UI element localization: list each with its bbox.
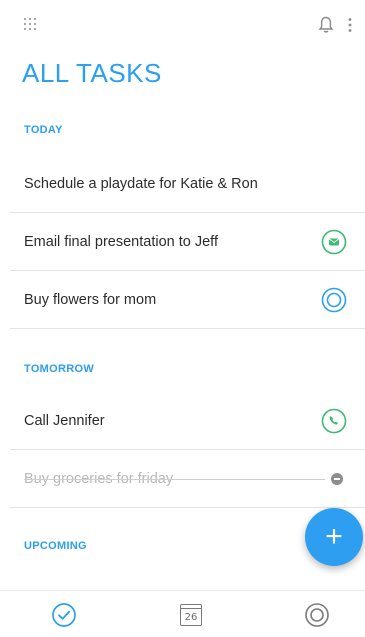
section-header-tomorrow: TOMORROW xyxy=(24,363,95,375)
divider xyxy=(10,328,365,329)
page-title: ALL TASKS xyxy=(22,58,162,88)
plus-icon: + xyxy=(325,520,343,553)
check-circle-icon xyxy=(52,603,76,627)
task-item[interactable]: Email final presentation to Jeff xyxy=(0,213,365,271)
calendar-icon: 26 xyxy=(180,604,202,626)
remove-icon[interactable] xyxy=(331,473,343,485)
task-item[interactable]: Call Jennifer xyxy=(0,392,365,450)
more-vertical-icon[interactable] xyxy=(347,17,353,33)
add-task-button[interactable]: + xyxy=(305,508,363,566)
task-item[interactable]: Schedule a playdate for Katie & Ron xyxy=(0,155,365,213)
task-label: Email final presentation to Jeff xyxy=(24,234,218,250)
top-app-bar xyxy=(0,14,365,38)
task-item[interactable]: Buy flowers for mom xyxy=(0,271,365,329)
tab-places[interactable] xyxy=(302,601,332,629)
bottom-nav: 26 xyxy=(0,590,365,637)
target-icon xyxy=(305,603,329,627)
task-label: Buy flowers for mom xyxy=(24,292,157,308)
task-label: Call Jennifer xyxy=(24,413,105,429)
tab-tasks[interactable] xyxy=(49,601,79,629)
section-header-upcoming: UPCOMING xyxy=(24,540,87,552)
task-item-completed[interactable]: Buy groceries for friday xyxy=(0,450,365,508)
bell-icon[interactable] xyxy=(318,16,334,34)
tab-calendar[interactable]: 26 xyxy=(176,601,206,629)
task-label: Schedule a playdate for Katie & Ron xyxy=(24,176,258,192)
section-header-today: TODAY xyxy=(24,124,63,136)
grid-menu-icon[interactable] xyxy=(24,18,40,32)
email-icon[interactable] xyxy=(321,229,347,255)
calendar-date: 26 xyxy=(184,612,198,623)
location-icon[interactable] xyxy=(321,287,347,313)
phone-icon[interactable] xyxy=(321,408,347,434)
divider xyxy=(10,507,365,508)
strikethrough-line xyxy=(24,479,325,480)
